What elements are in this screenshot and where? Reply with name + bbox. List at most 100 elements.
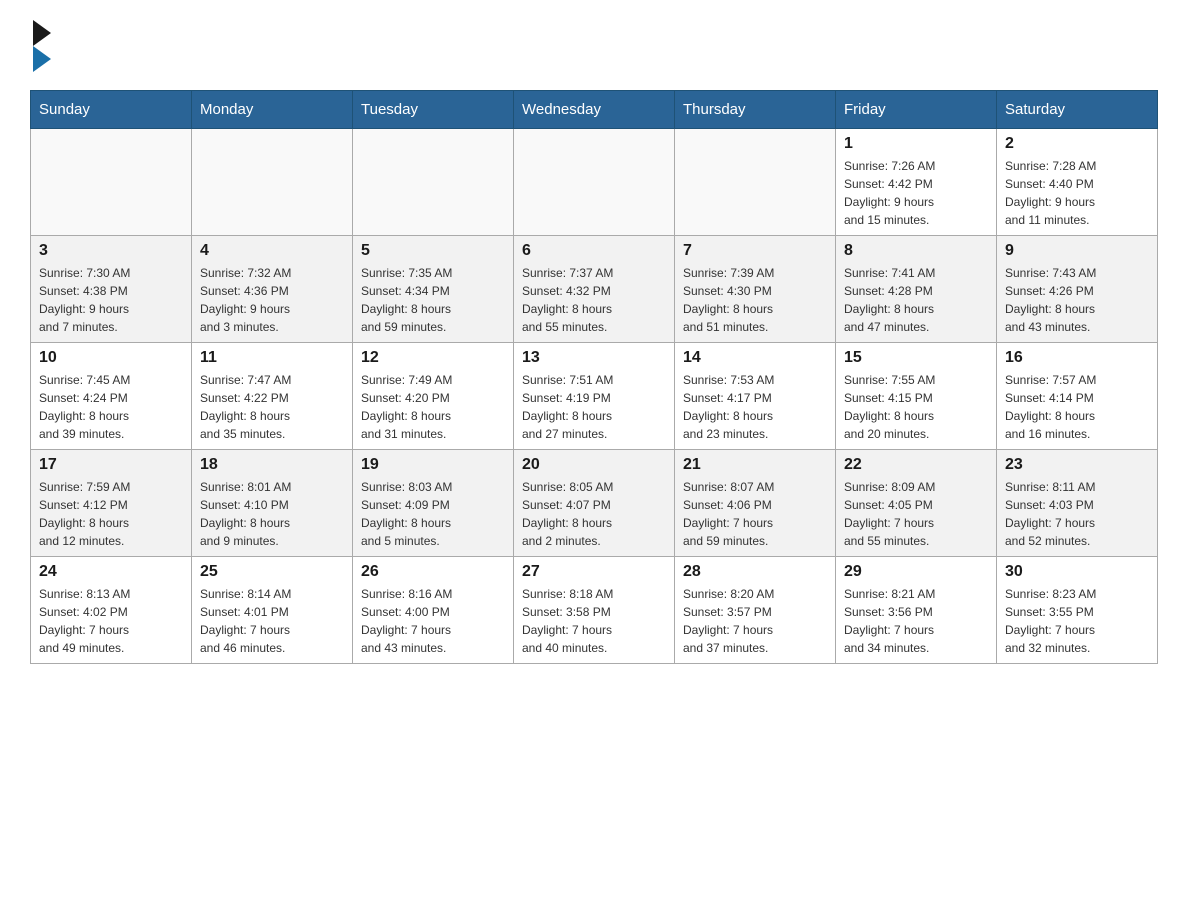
calendar-cell: 12 Sunrise: 7:49 AMSunset: 4:20 PMDayligh… — [353, 343, 514, 450]
day-number: 24 — [39, 563, 183, 581]
calendar-cell: 15 Sunrise: 7:55 AMSunset: 4:15 PMDayligh… — [836, 343, 997, 450]
day-number: 21 — [683, 456, 827, 474]
day-number: 29 — [844, 563, 988, 581]
weekday-header-row: SundayMondayTuesdayWednesdayThursdayFrid… — [31, 91, 1158, 129]
calendar-cell: 2 Sunrise: 7:28 AMSunset: 4:40 PMDaylight… — [997, 129, 1158, 236]
day-number: 28 — [683, 563, 827, 581]
calendar-cell: 29 Sunrise: 8:21 AMSunset: 3:56 PMDayligh… — [836, 557, 997, 664]
day-info: Sunrise: 7:39 AMSunset: 4:30 PMDaylight:… — [683, 264, 827, 336]
day-number: 2 — [1005, 135, 1149, 153]
day-number: 22 — [844, 456, 988, 474]
calendar-cell: 25 Sunrise: 8:14 AMSunset: 4:01 PMDayligh… — [192, 557, 353, 664]
day-number: 3 — [39, 242, 183, 260]
calendar-cell — [514, 129, 675, 236]
day-number: 16 — [1005, 349, 1149, 367]
calendar-cell: 21 Sunrise: 8:07 AMSunset: 4:06 PMDayligh… — [675, 450, 836, 557]
day-info: Sunrise: 8:23 AMSunset: 3:55 PMDaylight:… — [1005, 585, 1149, 657]
page-header — [30, 20, 1158, 72]
calendar-cell: 13 Sunrise: 7:51 AMSunset: 4:19 PMDayligh… — [514, 343, 675, 450]
calendar-week-row: 3 Sunrise: 7:30 AMSunset: 4:38 PMDaylight… — [31, 236, 1158, 343]
day-number: 7 — [683, 242, 827, 260]
calendar-cell: 4 Sunrise: 7:32 AMSunset: 4:36 PMDaylight… — [192, 236, 353, 343]
day-info: Sunrise: 7:32 AMSunset: 4:36 PMDaylight:… — [200, 264, 344, 336]
calendar-cell: 9 Sunrise: 7:43 AMSunset: 4:26 PMDaylight… — [997, 236, 1158, 343]
day-info: Sunrise: 7:57 AMSunset: 4:14 PMDaylight:… — [1005, 371, 1149, 443]
day-info: Sunrise: 7:41 AMSunset: 4:28 PMDaylight:… — [844, 264, 988, 336]
day-number: 19 — [361, 456, 505, 474]
calendar-cell — [31, 129, 192, 236]
weekday-header-monday: Monday — [192, 91, 353, 129]
weekday-header-sunday: Sunday — [31, 91, 192, 129]
calendar-cell: 22 Sunrise: 8:09 AMSunset: 4:05 PMDayligh… — [836, 450, 997, 557]
day-number: 27 — [522, 563, 666, 581]
day-number: 8 — [844, 242, 988, 260]
day-number: 18 — [200, 456, 344, 474]
day-number: 4 — [200, 242, 344, 260]
day-number: 15 — [844, 349, 988, 367]
calendar-cell: 20 Sunrise: 8:05 AMSunset: 4:07 PMDayligh… — [514, 450, 675, 557]
day-info: Sunrise: 8:18 AMSunset: 3:58 PMDaylight:… — [522, 585, 666, 657]
calendar-cell: 1 Sunrise: 7:26 AMSunset: 4:42 PMDaylight… — [836, 129, 997, 236]
day-info: Sunrise: 7:28 AMSunset: 4:40 PMDaylight:… — [1005, 157, 1149, 229]
day-info: Sunrise: 7:37 AMSunset: 4:32 PMDaylight:… — [522, 264, 666, 336]
calendar-cell: 23Sunrise: 8:11 AMSunset: 4:03 PMDayligh… — [997, 450, 1158, 557]
calendar-table: SundayMondayTuesdayWednesdayThursdayFrid… — [30, 90, 1158, 664]
day-number: 5 — [361, 242, 505, 260]
calendar-cell: 30 Sunrise: 8:23 AMSunset: 3:55 PMDayligh… — [997, 557, 1158, 664]
calendar-cell: 6 Sunrise: 7:37 AMSunset: 4:32 PMDaylight… — [514, 236, 675, 343]
logo — [30, 20, 51, 72]
weekday-header-thursday: Thursday — [675, 91, 836, 129]
calendar-week-row: 1 Sunrise: 7:26 AMSunset: 4:42 PMDaylight… — [31, 129, 1158, 236]
calendar-cell: 7 Sunrise: 7:39 AMSunset: 4:30 PMDaylight… — [675, 236, 836, 343]
day-info: Sunrise: 7:49 AMSunset: 4:20 PMDaylight:… — [361, 371, 505, 443]
day-info: Sunrise: 7:55 AMSunset: 4:15 PMDaylight:… — [844, 371, 988, 443]
day-number: 13 — [522, 349, 666, 367]
day-info: Sunrise: 8:05 AMSunset: 4:07 PMDaylight:… — [522, 478, 666, 550]
day-number: 11 — [200, 349, 344, 367]
day-info: Sunrise: 7:51 AMSunset: 4:19 PMDaylight:… — [522, 371, 666, 443]
calendar-cell: 5 Sunrise: 7:35 AMSunset: 4:34 PMDaylight… — [353, 236, 514, 343]
calendar-week-row: 17Sunrise: 7:59 AMSunset: 4:12 PMDayligh… — [31, 450, 1158, 557]
day-info: Sunrise: 7:47 AMSunset: 4:22 PMDaylight:… — [200, 371, 344, 443]
day-info: Sunrise: 8:20 AMSunset: 3:57 PMDaylight:… — [683, 585, 827, 657]
calendar-cell: 14Sunrise: 7:53 AMSunset: 4:17 PMDayligh… — [675, 343, 836, 450]
day-info: Sunrise: 7:45 AMSunset: 4:24 PMDaylight:… — [39, 371, 183, 443]
day-info: Sunrise: 7:26 AMSunset: 4:42 PMDaylight:… — [844, 157, 988, 229]
day-number: 6 — [522, 242, 666, 260]
day-number: 25 — [200, 563, 344, 581]
calendar-cell: 3 Sunrise: 7:30 AMSunset: 4:38 PMDaylight… — [31, 236, 192, 343]
day-number: 30 — [1005, 563, 1149, 581]
day-info: Sunrise: 8:21 AMSunset: 3:56 PMDaylight:… — [844, 585, 988, 657]
day-info: Sunrise: 8:03 AMSunset: 4:09 PMDaylight:… — [361, 478, 505, 550]
calendar-cell: 26Sunrise: 8:16 AMSunset: 4:00 PMDayligh… — [353, 557, 514, 664]
calendar-cell — [192, 129, 353, 236]
calendar-cell: 11 Sunrise: 7:47 AMSunset: 4:22 PMDayligh… — [192, 343, 353, 450]
calendar-cell — [353, 129, 514, 236]
day-info: Sunrise: 8:14 AMSunset: 4:01 PMDaylight:… — [200, 585, 344, 657]
weekday-header-friday: Friday — [836, 91, 997, 129]
day-info: Sunrise: 8:13 AMSunset: 4:02 PMDaylight:… — [39, 585, 183, 657]
day-info: Sunrise: 8:09 AMSunset: 4:05 PMDaylight:… — [844, 478, 988, 550]
calendar-cell: 16 Sunrise: 7:57 AMSunset: 4:14 PMDayligh… — [997, 343, 1158, 450]
day-info: Sunrise: 7:59 AMSunset: 4:12 PMDaylight:… — [39, 478, 183, 550]
day-info: Sunrise: 7:35 AMSunset: 4:34 PMDaylight:… — [361, 264, 505, 336]
calendar-week-row: 10 Sunrise: 7:45 AMSunset: 4:24 PMDayligh… — [31, 343, 1158, 450]
calendar-cell: 8 Sunrise: 7:41 AMSunset: 4:28 PMDaylight… — [836, 236, 997, 343]
day-info: Sunrise: 7:53 AMSunset: 4:17 PMDaylight:… — [683, 371, 827, 443]
calendar-cell: 19 Sunrise: 8:03 AMSunset: 4:09 PMDayligh… — [353, 450, 514, 557]
day-number: 20 — [522, 456, 666, 474]
weekday-header-saturday: Saturday — [997, 91, 1158, 129]
calendar-cell: 10 Sunrise: 7:45 AMSunset: 4:24 PMDayligh… — [31, 343, 192, 450]
day-number: 12 — [361, 349, 505, 367]
weekday-header-wednesday: Wednesday — [514, 91, 675, 129]
day-number: 1 — [844, 135, 988, 153]
day-info: Sunrise: 8:07 AMSunset: 4:06 PMDaylight:… — [683, 478, 827, 550]
day-number: 10 — [39, 349, 183, 367]
day-info: Sunrise: 8:16 AMSunset: 4:00 PMDaylight:… — [361, 585, 505, 657]
calendar-cell: 28 Sunrise: 8:20 AMSunset: 3:57 PMDayligh… — [675, 557, 836, 664]
day-number: 9 — [1005, 242, 1149, 260]
day-info: Sunrise: 7:30 AMSunset: 4:38 PMDaylight:… — [39, 264, 183, 336]
calendar-cell: 24 Sunrise: 8:13 AMSunset: 4:02 PMDayligh… — [31, 557, 192, 664]
day-info: Sunrise: 7:43 AMSunset: 4:26 PMDaylight:… — [1005, 264, 1149, 336]
day-info: Sunrise: 8:01 AMSunset: 4:10 PMDaylight:… — [200, 478, 344, 550]
